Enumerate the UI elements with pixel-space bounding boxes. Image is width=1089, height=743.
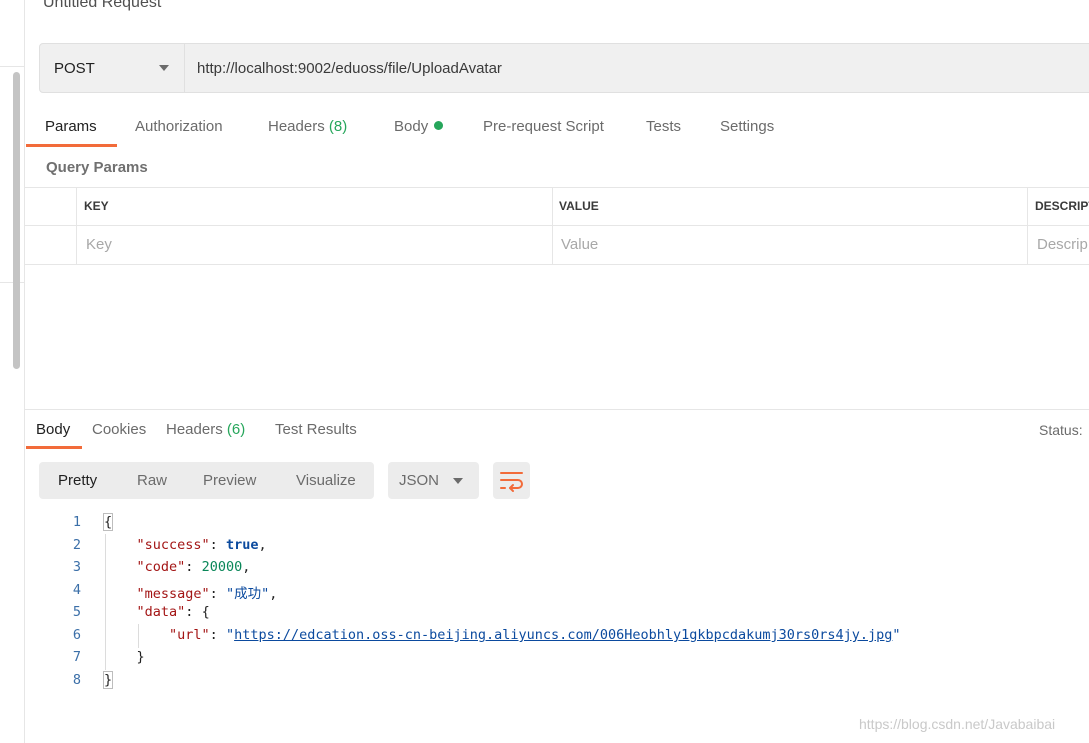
- chevron-down-icon: [453, 478, 463, 484]
- rail-divider: [0, 66, 24, 67]
- wrap-lines-icon: [500, 472, 523, 492]
- request-editor: Untitled Request POST http://localhost:9…: [25, 0, 1089, 743]
- json-url-link[interactable]: https://edcation.oss-cn-beijing.aliyuncs…: [234, 627, 892, 643]
- request-title[interactable]: Untitled Request: [43, 0, 161, 12]
- json-line-5: "data": {: [136, 604, 210, 620]
- json-close-brace: }: [102, 671, 114, 689]
- body-indicator-dot: [434, 121, 444, 130]
- json-line-2: "success": true,: [136, 537, 267, 553]
- response-tab-test-results[interactable]: Test Results: [275, 421, 357, 438]
- column-header-key: KEY: [84, 199, 109, 213]
- json-open-brace: {: [102, 513, 114, 531]
- tab-body-label: Body: [394, 118, 429, 135]
- response-status-label: Status:: [1039, 422, 1083, 438]
- tab-settings[interactable]: Settings: [720, 118, 774, 135]
- tab-pre-request-script[interactable]: Pre-request Script: [483, 118, 604, 135]
- column-separator[interactable]: [1027, 187, 1028, 264]
- column-header-value: VALUE: [559, 199, 599, 213]
- json-line-6: "url": "https://edcation.oss-cn-beijing.…: [169, 627, 901, 643]
- tab-headers-count: (8): [328, 118, 348, 135]
- json-key-message: "message": [136, 586, 210, 602]
- view-visualize-button[interactable]: Visualize: [296, 472, 356, 489]
- tab-tests[interactable]: Tests: [646, 118, 681, 135]
- response-tab-cookies[interactable]: Cookies: [92, 421, 146, 438]
- tab-body[interactable]: Body: [394, 118, 444, 135]
- line-number: 4: [72, 582, 81, 598]
- left-sidebar-rail: [0, 0, 25, 743]
- view-raw-button[interactable]: Raw: [137, 472, 167, 489]
- table-bottom-border: [25, 264, 1089, 265]
- response-tab-headers-label: Headers: [166, 421, 223, 438]
- tab-headers-label: Headers: [268, 118, 325, 135]
- method-select[interactable]: POST: [40, 44, 185, 92]
- tab-authorization[interactable]: Authorization: [135, 118, 223, 135]
- watermark: https://blog.csdn.net/Javabaibai: [859, 716, 1056, 732]
- json-line-8: }: [102, 671, 114, 689]
- request-tabs: Params Authorization Headers (8) Body Pr…: [25, 108, 1089, 148]
- json-value-code: 20000: [201, 559, 243, 575]
- json-line-3: "code": 20000,: [136, 559, 251, 575]
- json-key-success: "success": [136, 537, 210, 553]
- line-number: 8: [72, 672, 81, 688]
- column-separator: [76, 187, 77, 264]
- line-number: 1: [72, 514, 81, 530]
- param-value-input[interactable]: Value: [561, 236, 598, 253]
- json-key-url: "url": [169, 627, 210, 643]
- line-number: 2: [72, 537, 81, 553]
- line-number: 5: [72, 604, 81, 620]
- method-label: POST: [54, 60, 95, 77]
- json-line-1: {: [102, 513, 114, 531]
- format-select[interactable]: JSON: [388, 462, 479, 499]
- json-data-close-brace: }: [136, 649, 145, 665]
- json-key-data: "data": [136, 604, 186, 620]
- format-label: JSON: [399, 472, 440, 489]
- response-tab-body[interactable]: Body: [36, 421, 70, 438]
- json-line-4: "message": "成功",: [136, 586, 278, 602]
- json-line-7: }: [104, 649, 145, 665]
- column-header-description: DESCRIPT: [1035, 199, 1089, 213]
- response-headers-count: (6): [226, 421, 246, 438]
- chevron-down-icon: [159, 65, 169, 71]
- rail-divider: [0, 282, 24, 283]
- json-value-success: true: [225, 537, 259, 553]
- line-number: 6: [72, 627, 81, 643]
- tab-params[interactable]: Params: [45, 118, 97, 135]
- url-bar: POST http://localhost:9002/eduoss/file/U…: [39, 43, 1089, 93]
- column-separator[interactable]: [552, 187, 553, 264]
- table-top-border: [25, 187, 1089, 188]
- response-tab-headers[interactable]: Headers (6): [166, 421, 245, 438]
- sidebar-scrollbar[interactable]: [13, 72, 20, 369]
- tab-headers[interactable]: Headers (8): [268, 118, 347, 135]
- active-response-tab-indicator: [26, 446, 82, 449]
- view-preview-button[interactable]: Preview: [203, 472, 256, 489]
- view-mode-group: Pretty Raw Preview Visualize: [39, 462, 374, 499]
- line-number: 7: [72, 649, 81, 665]
- table-row-border: [25, 225, 1089, 226]
- param-key-input[interactable]: Key: [86, 236, 112, 253]
- url-input[interactable]: http://localhost:9002/eduoss/file/Upload…: [197, 60, 502, 77]
- wrap-lines-button[interactable]: [493, 462, 530, 499]
- line-number: 3: [72, 559, 81, 575]
- json-data-open-brace: {: [201, 604, 210, 620]
- active-tab-indicator: [26, 144, 117, 147]
- json-value-message: "成功": [225, 586, 270, 602]
- param-description-input[interactable]: Descrip: [1037, 236, 1088, 253]
- json-key-code: "code": [136, 559, 186, 575]
- query-params-label: Query Params: [46, 159, 148, 176]
- response-divider[interactable]: [25, 409, 1089, 410]
- view-pretty-button[interactable]: Pretty: [58, 472, 97, 489]
